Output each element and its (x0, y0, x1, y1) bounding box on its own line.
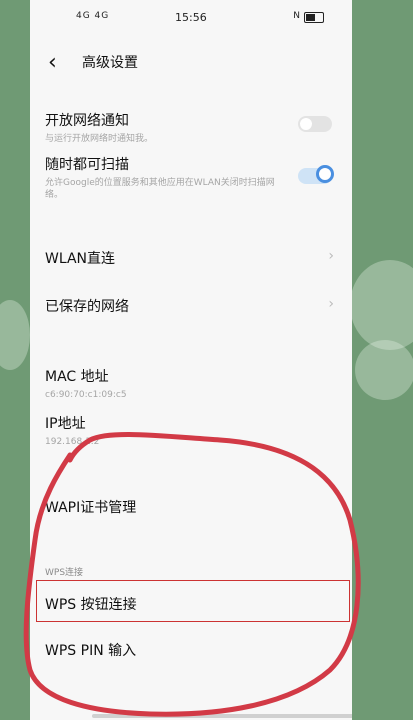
back-arrow-icon[interactable]: ‹ (48, 50, 57, 75)
wps-pin-row[interactable]: WPS PIN 输入 (45, 640, 338, 664)
wps-button-row[interactable]: WPS 按钮连接 (45, 594, 338, 618)
ip-address-row: IP地址 192.168.1.2 (45, 413, 338, 448)
chevron-right-icon: › (328, 296, 334, 312)
always-scan-toggle[interactable] (298, 165, 334, 184)
chevron-right-icon: › (328, 248, 334, 264)
mac-address-row: MAC 地址 c6:90:70:c1:09:c5 (45, 366, 338, 401)
header: ‹ 高级设置 (30, 42, 352, 82)
wapi-cert-label: WAPI证书管理 (45, 500, 137, 516)
battery-icon (304, 12, 324, 23)
always-scan-desc: 允许Google的位置服务和其他应用在WLAN关闭时扫描网络。 (45, 178, 275, 200)
saved-networks-row[interactable]: 已保存的网络 › (45, 296, 338, 320)
status-bar: 4G 4G 15:56 N (30, 0, 352, 38)
wps-pin-label: WPS PIN 输入 (45, 643, 137, 659)
open-network-notify-toggle[interactable] (298, 116, 332, 132)
always-scan-label: 随时都可扫描 (45, 157, 129, 173)
signal-icon: 4G 4G (76, 11, 110, 21)
wps-button-label: WPS 按钮连接 (45, 597, 137, 613)
always-scan-row[interactable]: 随时都可扫描 允许Google的位置服务和其他应用在WLAN关闭时扫描网络。 (45, 154, 338, 201)
nfc-icon: N (293, 11, 300, 21)
ip-address-label: IP地址 (45, 416, 86, 432)
navigation-bar (92, 714, 352, 718)
open-network-notify-label: 开放网络通知 (45, 113, 129, 129)
open-network-notify-desc: 与运行开放网络时通知我。 (45, 134, 154, 144)
ip-address-value: 192.168.1.2 (45, 437, 100, 447)
mac-address-label: MAC 地址 (45, 369, 109, 385)
wps-section-header: WPS连接 (45, 568, 84, 578)
page-title: 高级设置 (82, 55, 138, 71)
wlan-direct-row[interactable]: WLAN直连 › (45, 248, 338, 272)
wapi-cert-row[interactable]: WAPI证书管理 (45, 497, 338, 521)
open-network-notify-row[interactable]: 开放网络通知 与运行开放网络时通知我。 (45, 110, 338, 145)
mac-address-value: c6:90:70:c1:09:c5 (45, 390, 127, 400)
wlan-direct-label: WLAN直连 (45, 251, 116, 267)
status-time: 15:56 (175, 11, 207, 24)
phone-screen: 4G 4G 15:56 N ‹ 高级设置 开放网络通知 与运行开放网络时通知我。… (30, 0, 352, 720)
saved-networks-label: 已保存的网络 (45, 299, 129, 315)
